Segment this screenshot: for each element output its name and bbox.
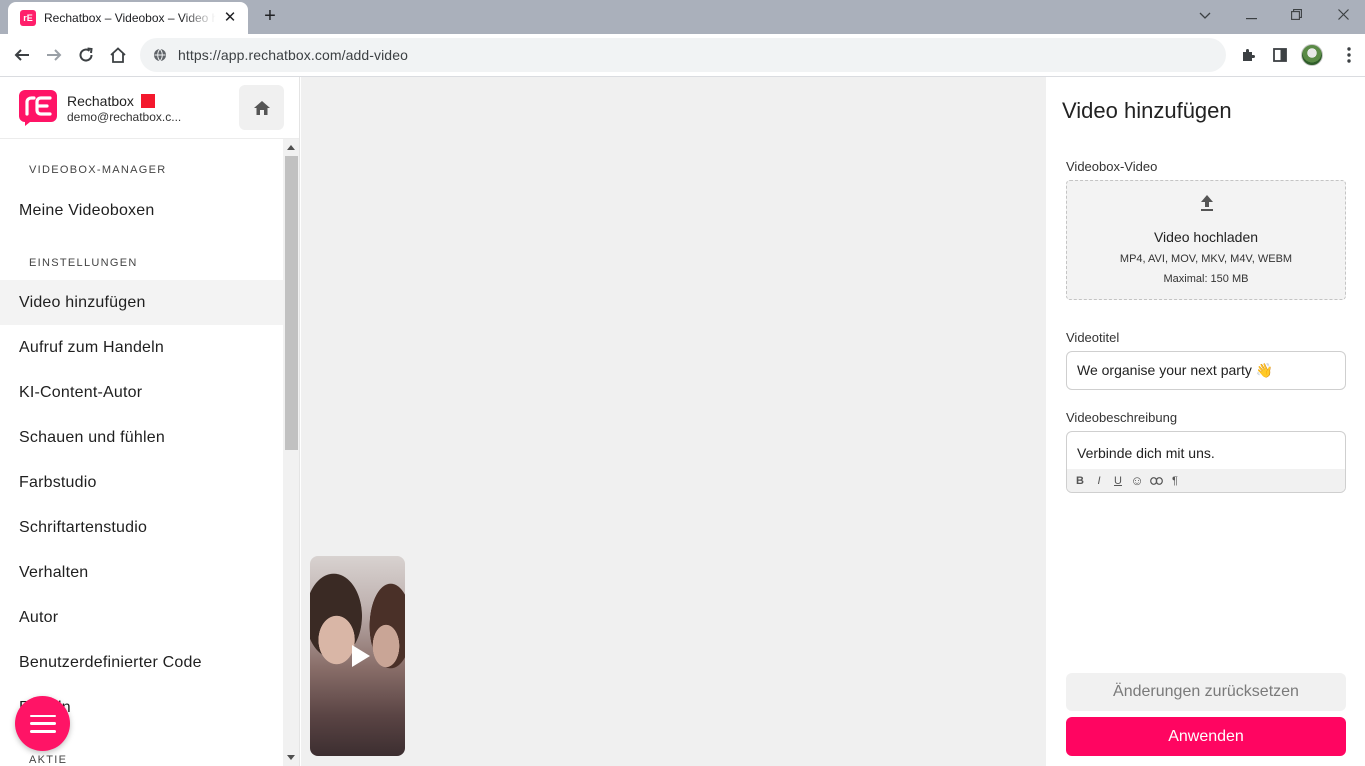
link-icon[interactable]: [1149, 474, 1163, 488]
italic-icon[interactable]: I: [1092, 474, 1106, 488]
page-title: Video hinzufügen: [1062, 98, 1232, 123]
hamburger-icon: [29, 714, 56, 733]
sidebar-item-ki-content-autor[interactable]: KI-Content-Autor: [0, 370, 283, 415]
scroll-thumb[interactable]: [285, 156, 298, 450]
upload-title: Video hochladen: [1153, 229, 1259, 245]
sidebar-item-autor[interactable]: Autor: [0, 595, 283, 640]
home-icon[interactable]: [104, 41, 132, 69]
sidebar-item-meine-videoboxen[interactable]: Meine Videoboxen: [0, 188, 283, 233]
settings-panel: Video hinzufügen Videobox-Video Video ho…: [1046, 77, 1365, 766]
tab-favicon-icon: rE: [20, 10, 36, 26]
video-upload-dropzone[interactable]: Video hochladen MP4, AVI, MOV, MKV, M4V,…: [1066, 180, 1346, 300]
url-text: https://app.rechatbox.com/add-video: [178, 47, 408, 63]
brand-header: Rechatbox demo@rechatbox.c...: [0, 77, 299, 139]
tab-close-icon[interactable]: ✕: [222, 10, 238, 26]
sidebar-nav: VIDEOBOX-MANAGER Meine Videoboxen EINSTE…: [0, 139, 283, 766]
minimize-icon[interactable]: [1236, 4, 1266, 26]
rich-text-toolbar: B I U ☺ ¶: [1067, 469, 1345, 492]
upload-max-size: Maximal: 150 MB: [1163, 273, 1249, 285]
bold-icon[interactable]: B: [1073, 474, 1087, 488]
reload-icon[interactable]: [72, 41, 100, 69]
section-label-videobox-manager: VIDEOBOX-MANAGER: [29, 164, 167, 176]
section-label-einstellungen: EINSTELLUNGEN: [29, 257, 138, 269]
rechatbox-logo-icon: [19, 90, 57, 126]
scroll-down-icon[interactable]: [287, 755, 295, 760]
extensions-icon[interactable]: [1234, 41, 1262, 69]
sidebar: Rechatbox demo@rechatbox.c... VIDEOBOX-M…: [0, 77, 300, 766]
browser-tab-bar: rE Rechatbox – Videobox – Video hinzufüg…: [0, 0, 1365, 34]
play-icon[interactable]: [352, 645, 370, 667]
forward-icon[interactable]: [40, 41, 68, 69]
video-title-value: We organise your next party 👋: [1077, 362, 1274, 378]
tab-title: Rechatbox – Videobox – Video hinzufügen: [44, 11, 216, 25]
brand-name-text: Rechatbox: [67, 93, 134, 109]
video-field-label: Videobox-Video: [1066, 159, 1158, 174]
user-email: demo@rechatbox.c...: [67, 110, 182, 124]
clear-format-icon[interactable]: ¶: [1168, 474, 1182, 488]
side-panel-icon[interactable]: [1266, 41, 1294, 69]
sidebar-item-farbstudio[interactable]: Farbstudio: [0, 460, 283, 505]
back-icon[interactable]: [8, 41, 36, 69]
menu-fab-button[interactable]: [15, 696, 70, 751]
site-info-icon[interactable]: [152, 47, 168, 63]
close-window-icon[interactable]: [1328, 4, 1358, 26]
video-description-editor[interactable]: Verbinde dich mit uns. B I U ☺ ¶: [1066, 431, 1346, 493]
video-description-value: Verbinde dich mit uns.: [1077, 445, 1215, 461]
browser-toolbar: https://app.rechatbox.com/add-video: [0, 34, 1365, 77]
video-title-label: Videotitel: [1066, 330, 1120, 345]
sidebar-item-schriftartenstudio[interactable]: Schriftartenstudio: [0, 505, 283, 550]
new-tab-button[interactable]: +: [258, 5, 282, 29]
home-icon: [253, 100, 270, 115]
restore-icon[interactable]: [1281, 4, 1311, 26]
sidebar-scrollbar[interactable]: [283, 139, 299, 766]
video-title-input[interactable]: We organise your next party 👋: [1066, 351, 1346, 390]
apply-button[interactable]: Anwenden: [1066, 717, 1346, 756]
address-bar[interactable]: https://app.rechatbox.com/add-video: [140, 38, 1226, 72]
tab-search-icon[interactable]: [1190, 4, 1220, 26]
video-description-label: Videobeschreibung: [1066, 410, 1178, 425]
profile-avatar[interactable]: [1298, 41, 1326, 69]
sidebar-item-video-hinzufuegen[interactable]: Video hinzufügen: [0, 280, 283, 325]
upload-formats: MP4, AVI, MOV, MKV, M4V, WEBM: [1119, 253, 1293, 265]
underline-icon[interactable]: U: [1111, 474, 1125, 488]
home-button[interactable]: [239, 85, 284, 130]
video-preview-card[interactable]: [310, 556, 405, 756]
sidebar-item-schauen-und-fuehlen[interactable]: Schauen und fühlen: [0, 415, 283, 460]
brand-name: Rechatbox: [67, 93, 155, 109]
reset-changes-button[interactable]: Änderungen zurücksetzen: [1066, 673, 1346, 711]
preview-area: [301, 77, 1046, 766]
brand-badge: [140, 94, 155, 108]
browser-tab[interactable]: rE Rechatbox – Videobox – Video hinzufüg…: [8, 2, 248, 34]
sidebar-item-aufruf-zum-handeln[interactable]: Aufruf zum Handeln: [0, 325, 283, 370]
upload-icon: [1201, 195, 1213, 211]
scroll-up-icon[interactable]: [287, 145, 295, 150]
sidebar-item-verhalten[interactable]: Verhalten: [0, 550, 283, 595]
section-label-aktie: AKTIE: [29, 754, 68, 766]
emoji-icon[interactable]: ☺: [1130, 473, 1144, 488]
sidebar-item-benutzerdefinierter-code[interactable]: Benutzerdefinierter Code: [0, 640, 283, 685]
menu-icon[interactable]: [1335, 41, 1363, 69]
